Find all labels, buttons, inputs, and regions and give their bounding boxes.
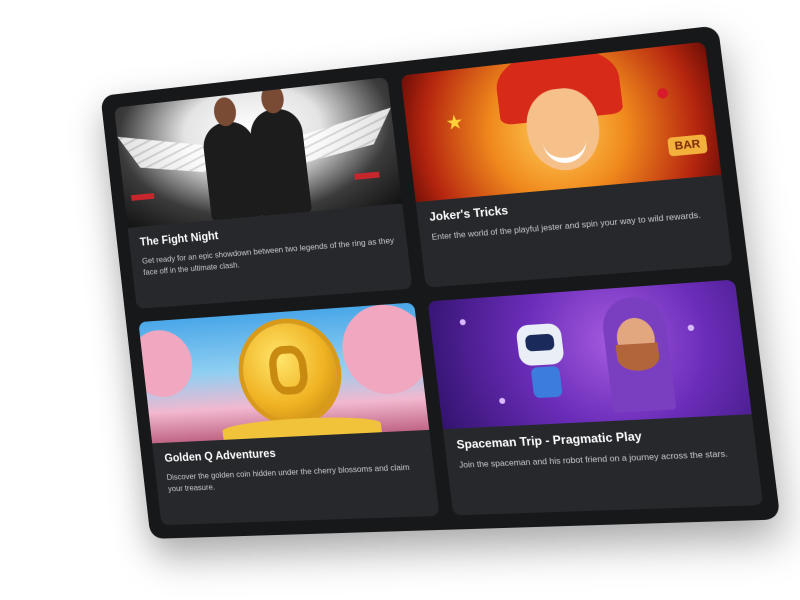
red-light [131, 193, 155, 201]
red-light [354, 171, 380, 180]
fighter-right [248, 106, 312, 217]
robot-visor [524, 333, 555, 352]
spaceman-image [427, 279, 752, 430]
star-icon: ★ [444, 111, 465, 135]
promo-card-fight-night[interactable]: The Fight Night Get ready for an epic sh… [114, 77, 413, 309]
cherry-blossom-tree [138, 328, 196, 399]
promo-card-spaceman[interactable]: Spaceman Trip - Pragmatic Play Join the … [427, 279, 764, 516]
joker-image: ★ BAR [400, 41, 722, 203]
card-description: Join the spaceman and his robot friend o… [458, 448, 729, 470]
promo-grid: The Fight Night Get ready for an epic sh… [100, 25, 781, 539]
bar-symbol: BAR [667, 134, 708, 157]
star-icon [498, 397, 506, 405]
promo-card-jokers-tricks[interactable]: ★ BAR Joker's Tricks Enter the world of … [400, 41, 733, 288]
card-description: Discover the golden coin hidden under th… [166, 461, 411, 494]
star-icon [687, 324, 695, 332]
star-icon [459, 318, 467, 326]
cherry-icon [656, 87, 669, 100]
golden-coin-image [138, 302, 430, 444]
cherry-blossom-tree [337, 302, 430, 397]
promo-card-golden-coin[interactable]: Golden Q Adventures Discover the golden … [138, 302, 440, 526]
fight-night-image [114, 77, 403, 228]
card-title: Golden Q Adventures [163, 446, 277, 465]
robot-body [530, 366, 563, 399]
stage: The Fight Night Get ready for an epic sh… [0, 0, 800, 600]
